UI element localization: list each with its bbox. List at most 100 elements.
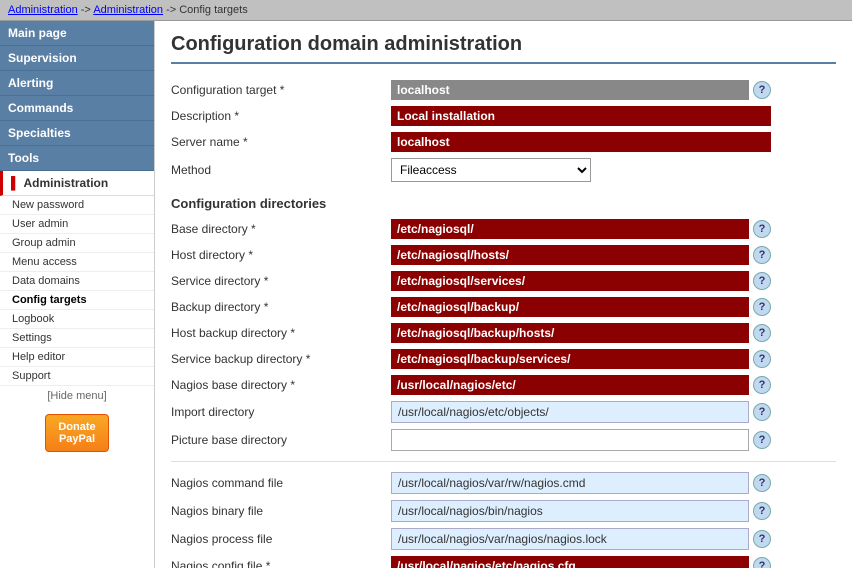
service-dir-help-icon[interactable]: ? xyxy=(753,272,771,290)
service-backup-dir-value: ? xyxy=(391,349,771,369)
method-select[interactable]: Fileaccess SSH xyxy=(391,158,591,182)
sidebar-item-data-domains[interactable]: Data domains xyxy=(0,272,154,291)
server-name-input[interactable] xyxy=(391,132,771,152)
sidebar-item-group-admin[interactable]: Group admin xyxy=(0,234,154,253)
nagios-binary-label: Nagios binary file xyxy=(171,504,391,518)
nagios-base-dir-help-icon[interactable]: ? xyxy=(753,376,771,394)
service-backup-dir-input[interactable] xyxy=(391,349,749,369)
nagios-process-row: Nagios process file ? xyxy=(171,528,836,550)
import-dir-help-icon[interactable]: ? xyxy=(753,403,771,421)
base-dir-help-icon[interactable]: ? xyxy=(753,220,771,238)
host-dir-row: Host directory * ? xyxy=(171,245,836,265)
sidebar-item-help-editor[interactable]: Help editor xyxy=(0,348,154,367)
service-dir-input[interactable] xyxy=(391,271,749,291)
main-content: Configuration domain administration Conf… xyxy=(155,21,852,568)
sidebar-item-logbook[interactable]: Logbook xyxy=(0,310,154,329)
backup-dir-label: Backup directory * xyxy=(171,300,391,314)
backup-dir-value: ? xyxy=(391,297,771,317)
config-target-input[interactable] xyxy=(391,80,749,100)
host-backup-dir-input[interactable] xyxy=(391,323,749,343)
nagios-binary-row: Nagios binary file ? xyxy=(171,500,836,522)
sidebar-main-nav: Main page Supervision Alerting Commands … xyxy=(0,21,154,171)
service-dir-label: Service directory * xyxy=(171,274,391,288)
config-target-label: Configuration target * xyxy=(171,83,391,97)
service-backup-dir-row: Service backup directory * ? xyxy=(171,349,836,369)
base-dir-input[interactable] xyxy=(391,219,749,239)
import-dir-input[interactable] xyxy=(391,401,749,423)
page-title: Configuration domain administration xyxy=(171,33,836,64)
host-dir-label: Host directory * xyxy=(171,248,391,262)
server-name-value xyxy=(391,132,771,152)
nagios-binary-help-icon[interactable]: ? xyxy=(753,502,771,520)
sidebar-item-specialties[interactable]: Specialties xyxy=(0,121,154,146)
description-label: Description * xyxy=(171,109,391,123)
nagios-config-help-icon[interactable]: ? xyxy=(753,557,771,568)
nagios-process-value: ? xyxy=(391,528,771,550)
server-name-row: Server name * xyxy=(171,132,836,152)
nagios-config-input[interactable] xyxy=(391,556,749,568)
import-dir-value: ? xyxy=(391,401,771,423)
nagios-binary-input[interactable] xyxy=(391,500,749,522)
config-target-help-icon[interactable]: ? xyxy=(753,81,771,99)
nagios-cmd-row: Nagios command file ? xyxy=(171,472,836,494)
breadcrumb: Administration -> Administration -> Conf… xyxy=(0,0,852,21)
nagios-cmd-value: ? xyxy=(391,472,771,494)
hide-menu-link[interactable]: [Hide menu] xyxy=(0,386,154,406)
import-dir-label: Import directory xyxy=(171,405,391,419)
host-dir-value: ? xyxy=(391,245,771,265)
backup-dir-row: Backup directory * ? xyxy=(171,297,836,317)
host-backup-dir-row: Host backup directory * ? xyxy=(171,323,836,343)
nagios-cmd-help-icon[interactable]: ? xyxy=(753,474,771,492)
sidebar-item-commands[interactable]: Commands xyxy=(0,96,154,121)
sidebar-item-settings[interactable]: Settings xyxy=(0,329,154,348)
host-backup-dir-label: Host backup directory * xyxy=(171,326,391,340)
picture-base-dir-help-icon[interactable]: ? xyxy=(753,431,771,449)
nagios-config-label: Nagios config file * xyxy=(171,559,391,568)
backup-dir-help-icon[interactable]: ? xyxy=(753,298,771,316)
nagios-base-dir-label: Nagios base directory * xyxy=(171,378,391,392)
sidebar-item-supervision[interactable]: Supervision xyxy=(0,46,154,71)
host-backup-dir-help-icon[interactable]: ? xyxy=(753,324,771,342)
config-dir-section-header: Configuration directories xyxy=(171,196,836,211)
nagios-base-dir-row: Nagios base directory * ? xyxy=(171,375,836,395)
nagios-process-help-icon[interactable]: ? xyxy=(753,530,771,548)
description-value xyxy=(391,106,771,126)
picture-base-dir-label: Picture base directory xyxy=(171,433,391,447)
description-input[interactable] xyxy=(391,106,771,126)
service-dir-value: ? xyxy=(391,271,771,291)
nagios-base-dir-value: ? xyxy=(391,375,771,395)
sidebar-item-main-page[interactable]: Main page xyxy=(0,21,154,46)
method-value: Fileaccess SSH xyxy=(391,158,771,182)
sidebar-item-tools[interactable]: Tools xyxy=(0,146,154,171)
sidebar-item-menu-access[interactable]: Menu access xyxy=(0,253,154,272)
sidebar-item-user-admin[interactable]: User admin xyxy=(0,215,154,234)
nagios-cmd-input[interactable] xyxy=(391,472,749,494)
sidebar: Main page Supervision Alerting Commands … xyxy=(0,21,155,568)
nagios-base-dir-input[interactable] xyxy=(391,375,749,395)
admin-indicator: ▌ xyxy=(11,176,20,190)
service-dir-row: Service directory * ? xyxy=(171,271,836,291)
backup-dir-input[interactable] xyxy=(391,297,749,317)
breadcrumb-current: Config targets xyxy=(179,4,247,16)
breadcrumb-link-1[interactable]: Administration xyxy=(8,4,78,16)
sidebar-item-alerting[interactable]: Alerting xyxy=(0,71,154,96)
breadcrumb-link-2[interactable]: Administration xyxy=(93,4,163,16)
sidebar-admin-header[interactable]: ▌ Administration xyxy=(0,171,154,196)
nagios-process-input[interactable] xyxy=(391,528,749,550)
host-backup-dir-value: ? xyxy=(391,323,771,343)
description-row: Description * xyxy=(171,106,836,126)
method-label: Method xyxy=(171,163,391,177)
sidebar-item-new-password[interactable]: New password xyxy=(0,196,154,215)
sidebar-item-support[interactable]: Support xyxy=(0,367,154,386)
picture-base-dir-row: Picture base directory ? xyxy=(171,429,836,451)
donate-button[interactable]: DonatePayPal xyxy=(45,414,108,452)
base-dir-value: ? xyxy=(391,219,771,239)
picture-base-dir-input[interactable] xyxy=(391,429,749,451)
import-dir-row: Import directory ? xyxy=(171,401,836,423)
host-dir-help-icon[interactable]: ? xyxy=(753,246,771,264)
base-dir-label: Base directory * xyxy=(171,222,391,236)
host-dir-input[interactable] xyxy=(391,245,749,265)
sidebar-item-config-targets[interactable]: Config targets xyxy=(0,291,154,310)
service-backup-dir-help-icon[interactable]: ? xyxy=(753,350,771,368)
nagios-cmd-label: Nagios command file xyxy=(171,476,391,490)
